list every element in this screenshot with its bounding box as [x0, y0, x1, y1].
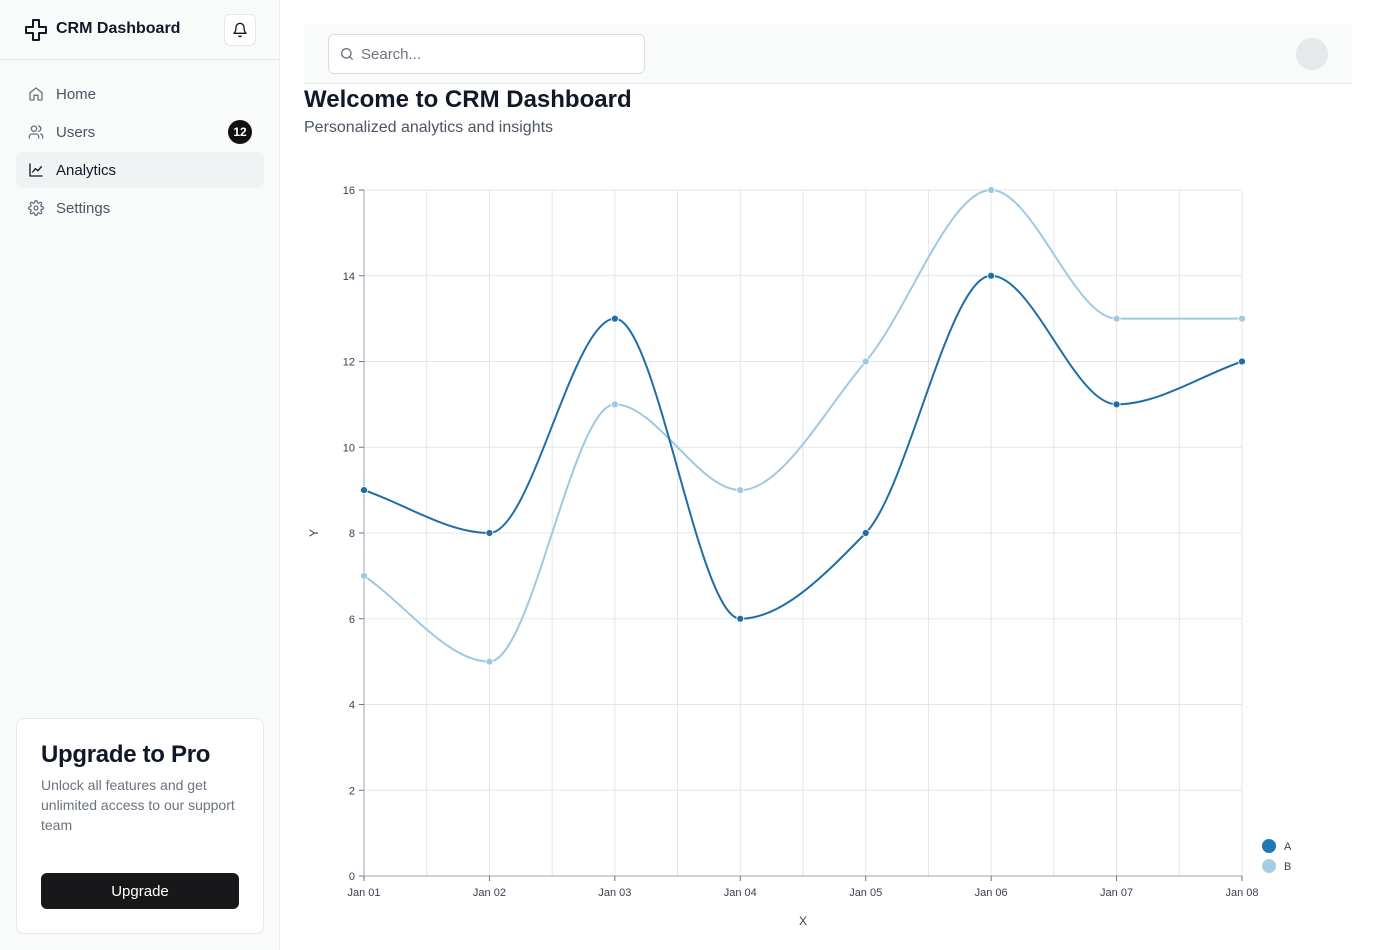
data-point-b [861, 357, 870, 366]
data-point-a [610, 314, 619, 323]
y-tick-label: 14 [343, 271, 355, 283]
sidebar: CRM Dashboard Home Users 12 Analytics Se… [0, 0, 280, 950]
x-tick-label: Jan 04 [724, 887, 757, 899]
sidebar-item-home[interactable]: Home [16, 76, 264, 112]
x-tick-label: Jan 06 [975, 887, 1008, 899]
legend-marker-b [1262, 859, 1276, 873]
x-axis-label: X [799, 914, 807, 928]
data-point-a [987, 271, 996, 280]
home-icon [28, 86, 44, 102]
data-point-b [610, 400, 619, 409]
legend-label-a: A [1284, 841, 1292, 853]
x-tick-label: Jan 07 [1100, 887, 1133, 899]
data-point-a [736, 614, 745, 623]
sidebar-item-label: Users [56, 123, 96, 141]
x-tick-label: Jan 01 [347, 887, 380, 899]
avatar[interactable] [1296, 38, 1328, 70]
upgrade-title: Upgrade to Pro [41, 741, 211, 768]
data-point-b [360, 571, 368, 580]
y-tick-label: 6 [349, 614, 355, 626]
data-point-a [485, 529, 494, 537]
x-tick-label: Jan 05 [849, 887, 882, 899]
line-chart: 0 2 4 6 8 10 12 14 16 Jan 01 Jan 02 Jan 03 Jan 04 Jan… [307, 185, 1292, 928]
users-count-badge: 12 [228, 120, 252, 144]
sidebar-item-label: Analytics [56, 161, 117, 179]
x-tick-label: Jan 03 [598, 887, 631, 899]
data-point-b [987, 186, 996, 194]
data-point-a [1238, 357, 1246, 366]
y-tick-label: 16 [343, 185, 355, 197]
top-bar [304, 24, 1352, 84]
legend-marker-a [1262, 839, 1276, 853]
data-point-b [1238, 314, 1246, 323]
brand-title: CRM Dashboard [56, 20, 181, 37]
logo-icon [25, 19, 47, 41]
sidebar-item-users[interactable]: Users 12 [16, 114, 264, 150]
data-point-b [736, 486, 745, 495]
legend-label-b: B [1284, 861, 1291, 873]
y-tick-label: 2 [349, 785, 355, 797]
sidebar-item-label: Home [56, 85, 97, 103]
x-tick-label: Jan 08 [1225, 887, 1258, 899]
data-point-a [360, 486, 368, 495]
y-tick-label: 12 [343, 357, 355, 369]
upgrade-card: Upgrade to Pro Unlock all features and g… [16, 718, 264, 934]
data-point-b [1112, 314, 1121, 323]
sidebar-item-analytics[interactable]: Analytics [16, 152, 264, 188]
sidebar-header: CRM Dashboard [0, 0, 280, 60]
search-input[interactable] [361, 35, 641, 73]
y-tick-label: 0 [349, 871, 355, 883]
users-icon [28, 124, 44, 140]
chart-line-icon [28, 162, 44, 178]
sidebar-nav: Home Users 12 Analytics Settings [16, 76, 264, 228]
sidebar-item-settings[interactable]: Settings [16, 190, 264, 226]
sidebar-item-label: Settings [56, 199, 111, 217]
y-tick-label: 4 [349, 700, 355, 712]
upgrade-description: Unlock all features and get unlimited ac… [41, 777, 235, 833]
x-tick-label: Jan 02 [473, 887, 506, 899]
search-box [328, 34, 645, 74]
y-tick-label: 8 [349, 528, 355, 540]
y-axis-label: Y [307, 529, 321, 537]
search-icon [341, 48, 353, 60]
page-title: Welcome to CRM Dashboard [304, 86, 632, 113]
data-point-b [485, 657, 494, 666]
y-tick-label: 10 [343, 442, 355, 454]
bell-icon [233, 22, 247, 38]
gear-icon [28, 200, 44, 216]
page-subtitle: Personalized analytics and insights [304, 119, 554, 136]
data-point-a [861, 529, 870, 537]
upgrade-button[interactable]: Upgrade [41, 873, 239, 909]
notifications-button[interactable] [224, 14, 256, 46]
data-point-a [1112, 400, 1121, 409]
